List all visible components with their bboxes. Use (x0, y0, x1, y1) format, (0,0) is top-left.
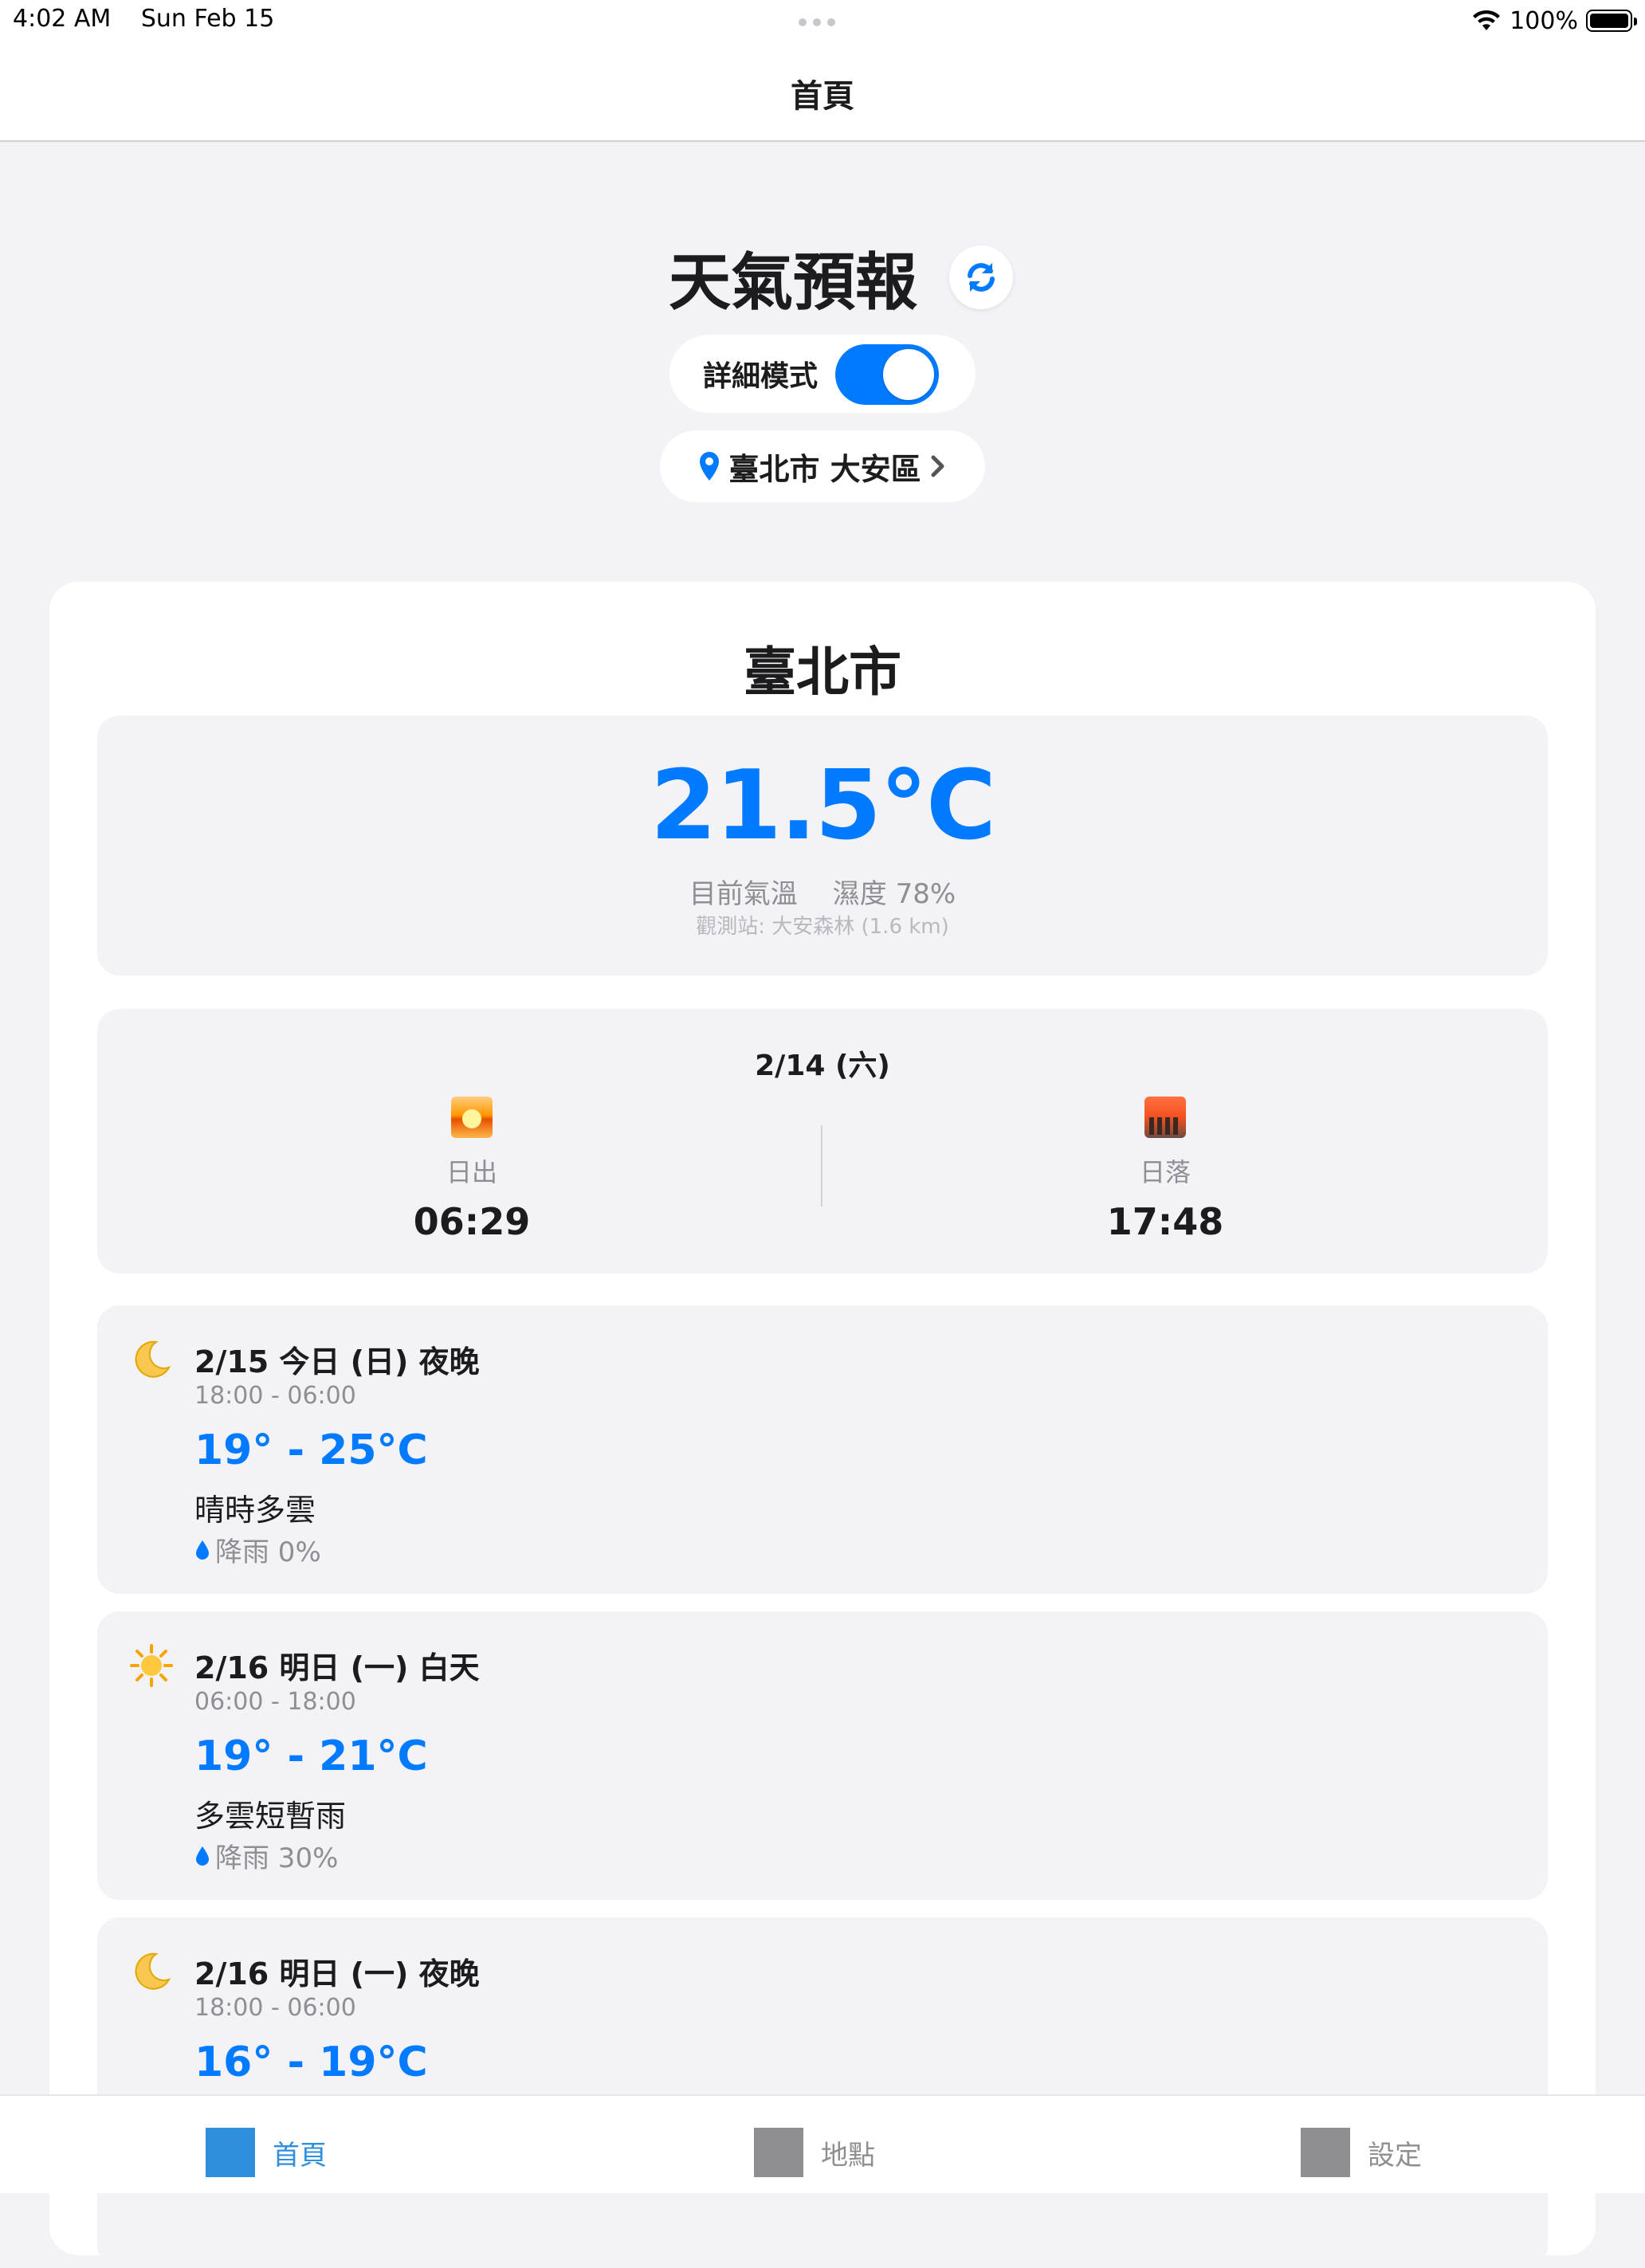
home-tab-icon (206, 2128, 255, 2177)
forecast-temp: 19° - 25°C (194, 1426, 428, 1474)
sun-icon (130, 1644, 173, 1687)
detail-mode-control: 詳細模式 (669, 335, 976, 413)
navigation-bar: 首頁 (0, 41, 1645, 142)
humidity: 濕度 78% (832, 878, 956, 910)
tab-places[interactable]: 地點 (754, 2128, 875, 2177)
forecast-time: 06:00 - 18:00 (194, 1688, 356, 1716)
detail-mode-label: 詳細模式 (703, 360, 819, 393)
app-title: 天氣預報 (668, 247, 917, 319)
sunrise-icon (451, 1097, 493, 1138)
sunset-icon (1144, 1097, 1186, 1138)
current-temp-label: 目前氣溫 (689, 878, 798, 910)
status-left: 4:02 AM Sun Feb 15 (13, 5, 296, 33)
detail-mode-toggle[interactable] (835, 344, 939, 405)
forecast-time: 18:00 - 06:00 (194, 1382, 356, 1410)
tab-bar: 首頁 地點 設定 (0, 2094, 1645, 2193)
battery-percent: 100% (1510, 6, 1578, 35)
places-tab-icon (754, 2128, 803, 2177)
current-weather-panel: 21.5°C 目前氣溫 濕度 78% 觀測站: 大安森林 (1.6 km) (97, 716, 1548, 975)
sunrise-column: 日出 06:29 (312, 1097, 631, 1243)
forecast-title: 2/16 明日 (一) 夜晚 (194, 1956, 480, 1991)
forecast-item: 2/16 明日 (一) 白天 06:00 - 18:00 19° - 21°C … (97, 1611, 1548, 1900)
location-selector[interactable]: 臺北市 大安區 (660, 430, 985, 502)
forecast-desc: 晴時多雲 (194, 1493, 316, 1528)
refresh-button[interactable] (949, 245, 1013, 309)
nav-title: 首頁 (791, 78, 854, 115)
location-text: 臺北市 大安區 (728, 451, 921, 487)
status-bar: 4:02 AM Sun Feb 15 100% (0, 0, 1645, 41)
chevron-right-icon (931, 455, 944, 477)
sunset-column: 日落 17:48 (1006, 1097, 1325, 1243)
status-time: 4:02 AM (13, 5, 112, 33)
forecast-item: 2/16 明日 (一) 夜晚 18:00 - 06:00 16° - 19°C (97, 1917, 1548, 2268)
forecast-rain-text: 降雨 0% (215, 1536, 321, 1568)
forecast-item: 2/15 今日 (日) 夜晚 18:00 - 06:00 19° - 25°C … (97, 1305, 1548, 1594)
settings-tab-icon (1301, 2128, 1350, 2177)
moon-icon (135, 1340, 171, 1378)
sunrise-time: 06:29 (413, 1200, 531, 1243)
status-right: 100% (1471, 3, 1637, 38)
raindrop-icon (196, 1846, 209, 1866)
forecast-title: 2/15 今日 (日) 夜晚 (194, 1344, 480, 1379)
raindrop-icon (196, 1540, 209, 1560)
multitasking-dots[interactable] (799, 14, 846, 26)
forecast-title: 2/16 明日 (一) 白天 (194, 1650, 480, 1685)
tab-home[interactable]: 首頁 (206, 2128, 327, 2177)
forecast-desc: 多雲短暫雨 (194, 1799, 347, 1834)
forecast-rain: 降雨 0% (194, 1530, 321, 1569)
sunset-label: 日落 (1139, 1157, 1191, 1187)
forecast-temp: 19° - 21°C (194, 1732, 428, 1780)
station-info: 觀測站: 大安森林 (1.6 km) (696, 915, 949, 939)
battery-icon (1586, 10, 1637, 32)
current-meta: 目前氣溫 濕度 78% (97, 872, 1548, 911)
current-temperature: 21.5°C (650, 751, 996, 861)
sunset-time: 17:48 (1106, 1200, 1224, 1243)
tab-label: 地點 (821, 2139, 875, 2172)
forecast-temp: 16° - 19°C (194, 2038, 428, 2086)
weather-card: 臺北市 21.5°C 目前氣溫 濕度 78% 觀測站: 大安森林 (1.6 km)… (49, 582, 1596, 2268)
refresh-icon (968, 263, 995, 292)
city-title: 臺北市 (744, 642, 901, 703)
tab-label: 設定 (1368, 2139, 1422, 2172)
tab-label: 首頁 (273, 2139, 327, 2172)
sun-times-panel: 2/14 (六) 日出 06:29 日落 17:48 (97, 1009, 1548, 1273)
moon-icon (135, 1952, 171, 1990)
tab-settings[interactable]: 設定 (1301, 2128, 1422, 2177)
app-header: 天氣預報 (0, 237, 1645, 319)
sun-date: 2/14 (六) (755, 1050, 890, 1082)
forecast-time: 18:00 - 06:00 (194, 1994, 356, 2022)
status-date: Sun Feb 15 (140, 5, 275, 33)
wifi-icon (1473, 10, 1501, 30)
forecast-rain: 降雨 30% (194, 1836, 338, 1875)
forecast-rain-text: 降雨 30% (215, 1842, 339, 1874)
location-pin-icon (700, 452, 720, 481)
sunrise-label: 日出 (446, 1157, 497, 1187)
sun-divider (821, 1125, 822, 1207)
